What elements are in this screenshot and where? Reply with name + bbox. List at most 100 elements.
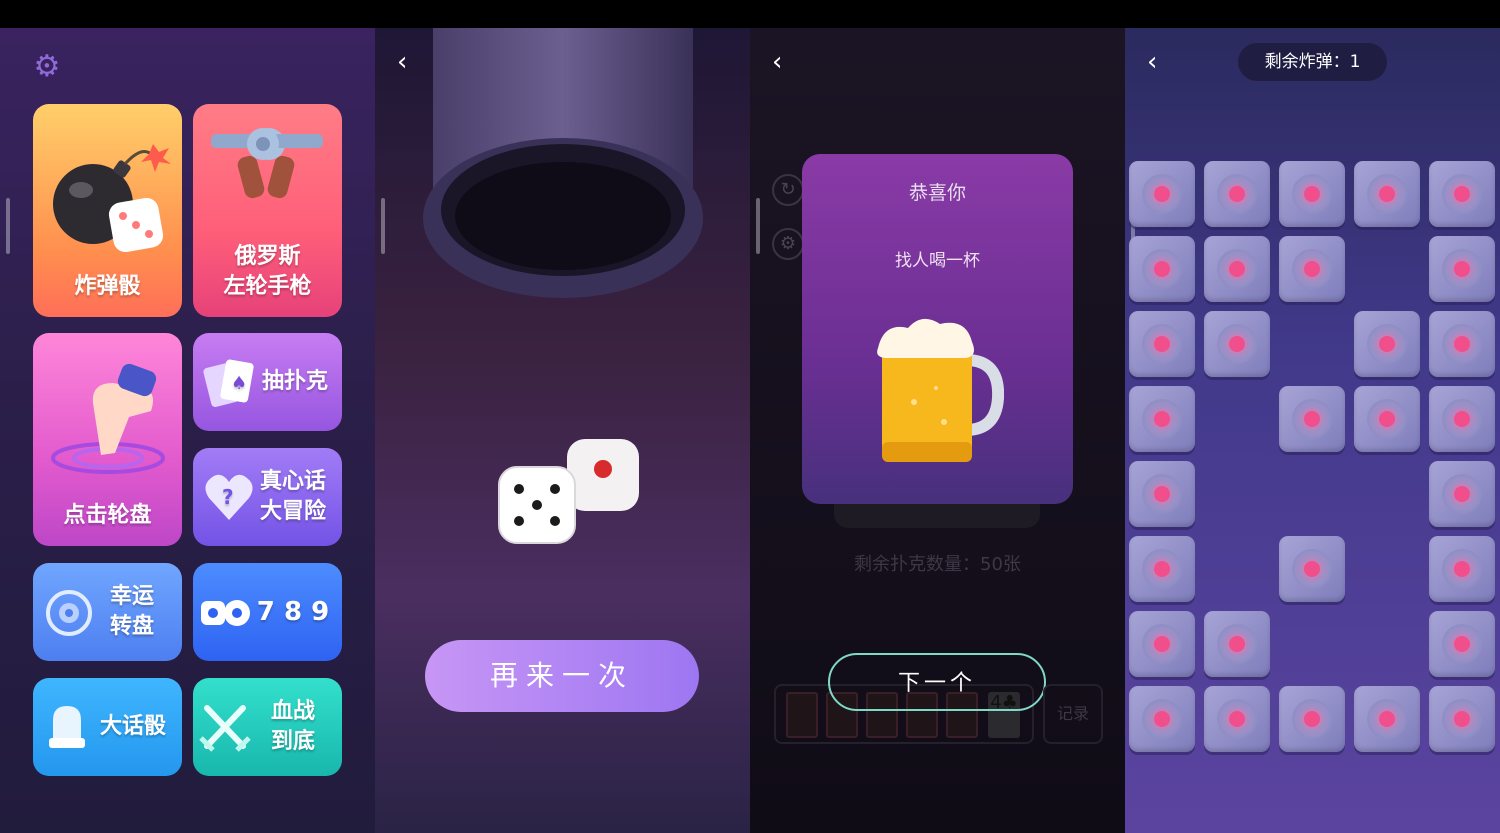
bomb-cell[interactable] xyxy=(1279,236,1345,302)
bomb-cell[interactable] xyxy=(1129,311,1195,377)
tile-bomb-dice[interactable]: 炸弹骰 xyxy=(33,104,182,317)
cell-dot-icon xyxy=(1454,486,1470,502)
remaining-cards-text: 剩余扑克数量：50张 xyxy=(854,554,1021,575)
revolver-icon xyxy=(211,128,323,199)
bomb-cell[interactable] xyxy=(1279,161,1345,227)
card-task: 找人喝一杯 xyxy=(895,251,980,271)
bomb-cell[interactable] xyxy=(1129,236,1195,302)
tile-lucky-wheel[interactable]: 幸运 转盘 xyxy=(33,563,182,661)
bomb-cell[interactable] xyxy=(1354,161,1420,227)
cell-dot-icon xyxy=(1454,561,1470,577)
scroll-handle[interactable] xyxy=(381,198,385,254)
wheel-icon xyxy=(46,590,92,636)
cell-dot-icon xyxy=(1154,336,1170,352)
card-title: 恭喜你 xyxy=(908,182,966,204)
remaining-bombs-badge: 剩余炸弹：1 xyxy=(1238,43,1387,81)
bomb-cell[interactable] xyxy=(1429,236,1495,302)
cell-dot-icon xyxy=(1454,186,1470,202)
tile-tap-wheel[interactable]: 点击轮盘 xyxy=(33,333,182,546)
heart-question-icon: ? xyxy=(205,474,253,520)
dice-pair[interactable] xyxy=(495,433,655,553)
back-chevron-icon[interactable]: ‹ xyxy=(772,49,792,75)
bomb-cell[interactable] xyxy=(1204,311,1270,377)
bomb-cell[interactable] xyxy=(1204,236,1270,302)
bomb-cell[interactable] xyxy=(1429,461,1495,527)
record-button[interactable]: 记录 xyxy=(1043,684,1103,744)
tile-lucky-label: 幸运 转盘 xyxy=(109,584,154,639)
settings-gear-icon[interactable]: ⚙ xyxy=(772,228,804,260)
bomb-cell[interactable] xyxy=(1204,161,1270,227)
cell-dot-icon xyxy=(1304,711,1320,727)
cell-dot-icon xyxy=(1154,261,1170,277)
task-card[interactable]: 恭喜你 找人喝一杯 xyxy=(802,154,1073,504)
back-chevron-icon[interactable]: ‹ xyxy=(1147,49,1167,75)
retry-button[interactable]: 再来一次 xyxy=(425,640,699,712)
card-screen: ‹ ↻ ⚙ 恭喜你 找人喝一杯 剩余扑克数量：50张 4♣ 下一个 记录 xyxy=(750,28,1125,833)
bomb-cell[interactable] xyxy=(1279,686,1345,752)
bomb-cell[interactable] xyxy=(1129,686,1195,752)
cell-dot-icon xyxy=(1454,636,1470,652)
bomb-cell[interactable] xyxy=(1354,386,1420,452)
tile-liar-label: 大话骰 xyxy=(99,714,166,739)
cell-dot-icon xyxy=(1379,411,1395,427)
bomb-cell[interactable] xyxy=(1279,536,1345,602)
bomb-cell[interactable] xyxy=(1429,536,1495,602)
cell-dot-icon xyxy=(1304,261,1320,277)
bomb-cell[interactable] xyxy=(1429,311,1495,377)
bomb-cell[interactable] xyxy=(1129,611,1195,677)
tile-truth-or-dare[interactable]: ? 真心话 大冒险 xyxy=(193,448,342,546)
dice-screen: ‹ 再来一次 xyxy=(375,28,750,833)
bomb-cell[interactable] xyxy=(1129,161,1195,227)
cell-dot-icon xyxy=(1229,636,1245,652)
tile-blood-battle[interactable]: 血战 到底 xyxy=(193,678,342,776)
bomb-cell[interactable] xyxy=(1279,386,1345,452)
bomb-cell[interactable] xyxy=(1204,611,1270,677)
bomb-icon xyxy=(53,144,171,253)
tile-789-label: 7 8 9 xyxy=(256,597,330,627)
scroll-handle[interactable] xyxy=(6,198,10,254)
crossed-swords-icon xyxy=(199,705,251,752)
refresh-icon[interactable]: ↻ xyxy=(772,174,804,206)
tile-liar-dice[interactable]: 大话骰 xyxy=(33,678,182,776)
cell-dot-icon xyxy=(1154,186,1170,202)
bomb-cell[interactable] xyxy=(1429,686,1495,752)
cell-dot-icon xyxy=(1304,186,1320,202)
next-button[interactable]: 下一个 xyxy=(828,653,1046,711)
cell-dot-icon xyxy=(1304,411,1320,427)
svg-text:♠: ♠ xyxy=(231,373,247,394)
tile-russian-roulette[interactable]: 俄罗斯 左轮手枪 xyxy=(193,104,342,317)
cell-dot-icon xyxy=(1154,561,1170,577)
cell-dot-icon xyxy=(1304,561,1320,577)
bomb-cell[interactable] xyxy=(1354,686,1420,752)
dice-cup-image[interactable] xyxy=(423,28,703,328)
bomb-grid-screen: ‹ 剩余炸弹：1 xyxy=(1125,28,1500,833)
scroll-handle[interactable] xyxy=(756,198,760,254)
cell-dot-icon xyxy=(1229,186,1245,202)
settings-gear-icon[interactable]: ⚙ xyxy=(32,52,62,82)
bomb-cell[interactable] xyxy=(1129,386,1195,452)
cell-dot-icon xyxy=(1379,186,1395,202)
cell-dot-icon xyxy=(1154,486,1170,502)
dice-cup-icon xyxy=(49,706,85,748)
dice-pair-icon xyxy=(201,600,250,626)
back-chevron-icon[interactable]: ‹ xyxy=(397,49,417,75)
tile-789[interactable]: 7 8 9 xyxy=(193,563,342,661)
cell-dot-icon xyxy=(1454,411,1470,427)
cell-dot-icon xyxy=(1379,336,1395,352)
cell-dot-icon xyxy=(1454,261,1470,277)
cell-dot-icon xyxy=(1454,336,1470,352)
bomb-cell[interactable] xyxy=(1429,386,1495,452)
cell-dot-icon xyxy=(1454,711,1470,727)
bomb-cell[interactable] xyxy=(1129,461,1195,527)
home-screen: ⚙ 炸弹骰 俄罗斯 左轮手枪 点击轮盘 ♠ 抽扑克 ? 真心话 大冒险 幸运 转… xyxy=(0,28,375,833)
tile-poker-label: 抽扑克 xyxy=(261,369,328,394)
bomb-cell[interactable] xyxy=(1129,536,1195,602)
bomb-cell[interactable] xyxy=(1429,161,1495,227)
tile-tap-label: 点击轮盘 xyxy=(63,503,152,528)
tile-revolver-label: 俄罗斯 左轮手枪 xyxy=(223,244,312,299)
bomb-cell[interactable] xyxy=(1204,686,1270,752)
bomb-cell[interactable] xyxy=(1429,611,1495,677)
tile-draw-poker[interactable]: ♠ 抽扑克 xyxy=(193,333,342,431)
bomb-cell[interactable] xyxy=(1354,311,1420,377)
finger-tap-icon xyxy=(51,363,165,474)
